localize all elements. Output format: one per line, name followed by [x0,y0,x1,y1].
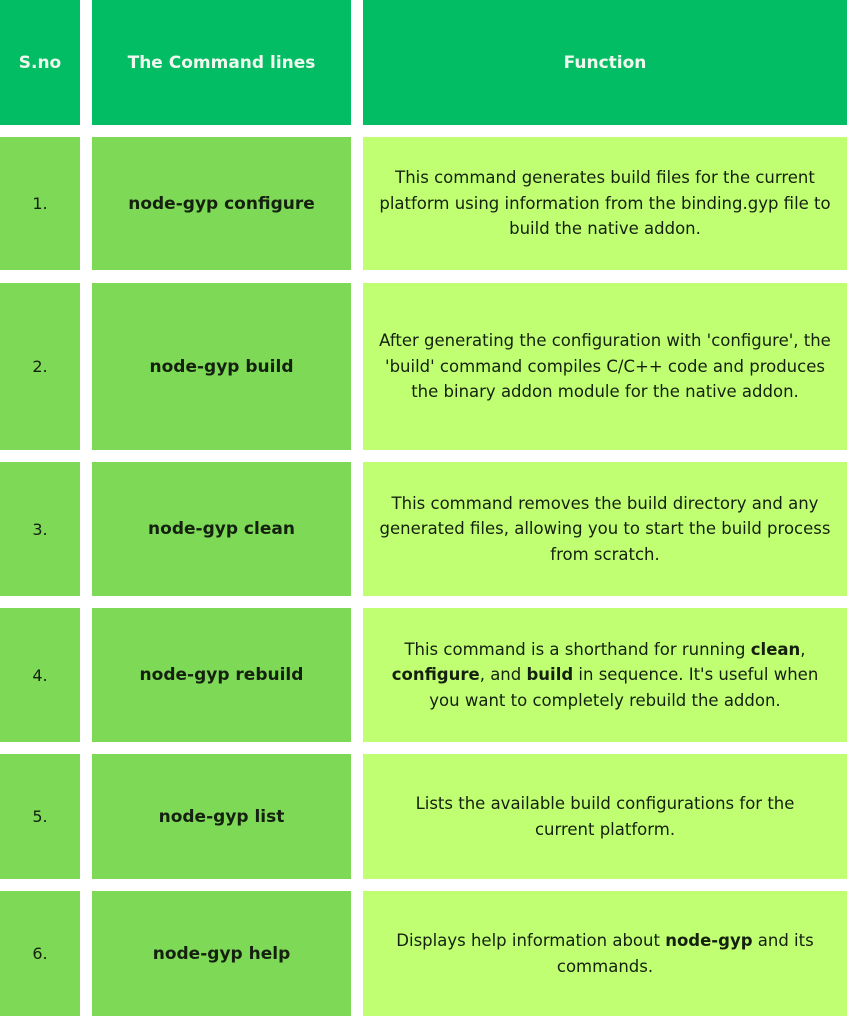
function-cell: Lists the available build configurations… [363,754,847,879]
function-cell: This command is a shorthand for running … [363,608,847,742]
sno-value: 4. [32,665,48,685]
header-sno: S.no [0,0,80,125]
command-value: node-gyp clean [148,519,295,539]
function-text: This command is a shorthand for running … [377,637,833,714]
function-text-segment: , [800,639,806,659]
sno-cell: 2. [0,283,80,450]
sno-value: 6. [32,944,48,963]
sno-value: 1. [32,194,48,213]
command-value: node-gyp list [158,806,285,827]
function-keyword: configure [391,665,480,685]
command-value: node-gyp build [149,356,294,377]
function-cell: Displays help information about node-gyp… [363,891,847,1016]
function-text-segment: Lists the available build configurations… [415,794,795,839]
header-command: The Command lines [92,0,351,125]
function-text: After generating the configuration with … [375,328,835,405]
sno-value: 5. [32,807,48,826]
command-value: node-gyp help [152,943,291,964]
header-sno-label: S.no [18,52,62,73]
command-cell: node-gyp clean [92,462,351,596]
function-text-segment: , and [479,665,527,685]
sno-cell: 5. [0,754,80,879]
function-text-segment: This command removes the build directory… [379,493,831,564]
function-cell: This command removes the build directory… [363,462,847,596]
sno-value: 3. [32,519,48,539]
function-text: This command removes the build directory… [365,491,845,568]
sno-value: 2. [32,357,48,376]
sno-cell: 1. [0,137,80,270]
function-keyword: build [526,665,574,685]
command-value: node-gyp configure [128,193,315,214]
command-value: node-gyp rebuild [139,665,304,685]
function-text: This command generates build files for t… [367,165,843,242]
header-command-label: The Command lines [127,52,316,73]
function-cell: This command generates build files for t… [363,137,847,270]
command-cell: node-gyp build [92,283,351,450]
function-keyword: clean [750,639,801,659]
header-function: Function [363,0,847,125]
header-function-label: Function [563,52,647,73]
command-cell: node-gyp list [92,754,351,879]
function-cell: After generating the configuration with … [363,283,847,450]
function-text-segment: This command generates build files for t… [379,168,831,239]
function-keyword: node-gyp [665,931,753,950]
command-cell: node-gyp rebuild [92,608,351,742]
function-text-segment: After generating the configuration with … [379,331,831,402]
function-text: Lists the available build configurations… [391,791,819,842]
function-text-segment: This command is a shorthand for running [404,639,751,659]
sno-cell: 6. [0,891,80,1016]
function-text: Displays help information about node-gyp… [377,928,833,979]
sno-cell: 4. [0,608,80,742]
function-text-segment: Displays help information about [396,931,666,950]
sno-cell: 3. [0,462,80,596]
command-cell: node-gyp configure [92,137,351,270]
command-cell: node-gyp help [92,891,351,1016]
